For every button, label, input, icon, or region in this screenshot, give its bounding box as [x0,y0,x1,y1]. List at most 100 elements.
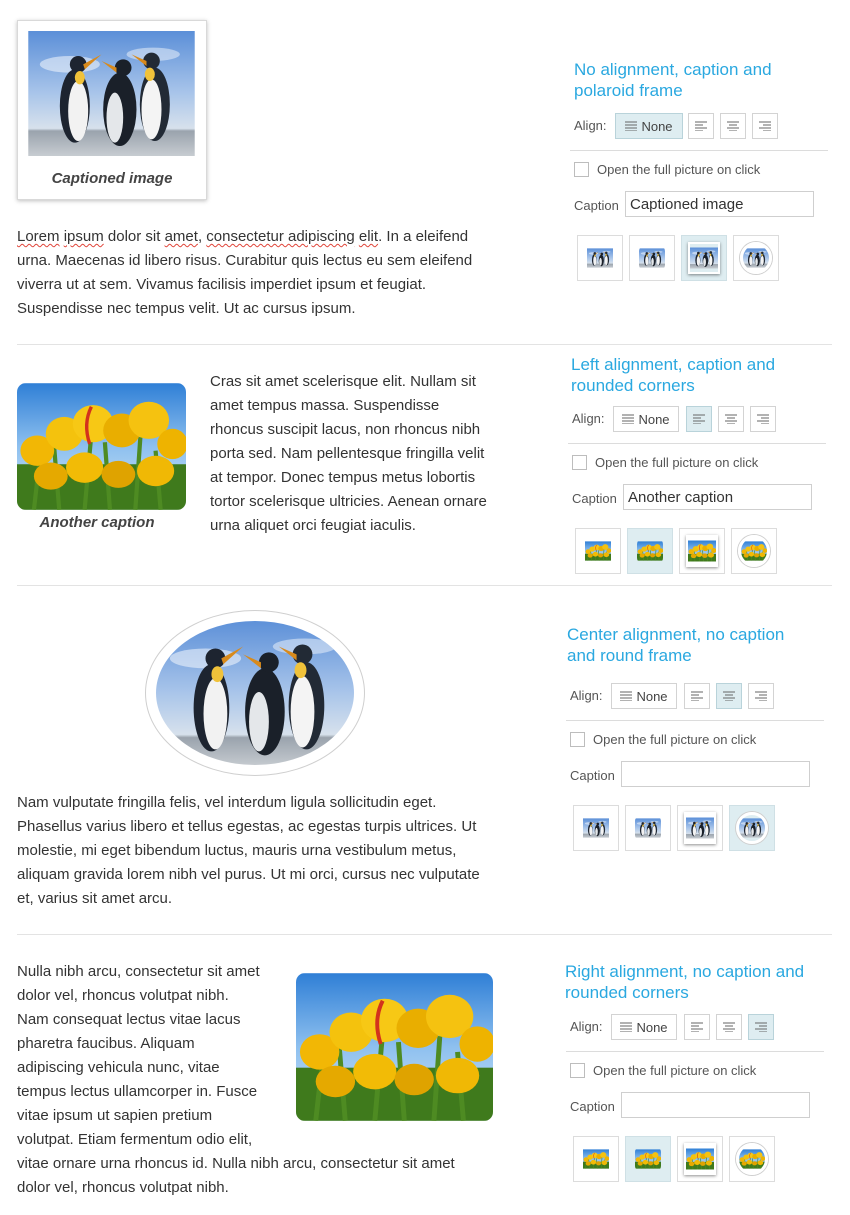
align-label: Align: [570,688,603,703]
frame-none-option[interactable] [573,805,619,851]
align-right-icon [757,414,769,424]
frame-polaroid-option[interactable] [679,528,725,574]
align-center-button[interactable] [716,1014,742,1040]
thumb-image [736,1143,768,1175]
caption-input[interactable] [621,761,810,787]
paragraph-nam: Nam vulputate fringilla felis, vel inter… [17,794,480,907]
align-right-button[interactable] [748,1014,774,1040]
section-divider [17,585,832,586]
thumb-image [736,812,768,844]
open-full-label: Open the full picture on click [595,455,759,470]
frame-none-option[interactable] [573,1136,619,1182]
penguins-image [156,621,354,765]
thumb-image [583,816,609,840]
panel-title: Right alignment, no caption and rounded … [565,962,805,1002]
penguins-image [28,31,195,156]
text-line: dolor vel, rhoncus volutpat nibh. [17,1179,229,1196]
open-full-checkbox[interactable] [570,732,585,747]
panel-separator [566,1051,824,1052]
open-full-checkbox[interactable] [574,162,589,177]
panel-title: Center alignment, no caption and round f… [567,625,785,665]
open-full-checkbox[interactable] [570,1063,585,1078]
open-full-label: Open the full picture on click [593,1063,757,1078]
align-none-label: None [636,688,668,704]
thumb-image [635,816,661,840]
round-frame [145,610,365,776]
thumb-image [688,242,720,274]
text-line: volutpat. Etiam fermentum odio elit, [17,1131,253,1148]
text-word: amet [164,228,198,245]
align-none-icon [625,121,638,131]
frame-polaroid-option[interactable] [677,1136,723,1182]
thumb-image [635,1147,661,1171]
align-none-icon [622,414,635,424]
align-label: Align: [574,118,607,133]
section-divider [17,934,832,935]
align-center-button[interactable] [716,683,742,709]
align-center-button[interactable] [720,113,746,139]
text-word: Lorem [17,228,60,245]
thumb-image [639,246,665,270]
frame-round-option[interactable] [729,1136,775,1182]
frame-rounded-option[interactable] [629,235,675,281]
frame-round-option[interactable] [733,235,779,281]
text-word: ipsum [63,228,104,245]
align-none-button[interactable]: None [611,1014,677,1040]
frame-polaroid-option[interactable] [681,235,727,281]
frame-round-option[interactable] [729,805,775,851]
caption-input[interactable] [621,1092,810,1118]
align-none-icon [620,691,633,701]
open-full-checkbox[interactable] [572,455,587,470]
align-right-button[interactable] [748,683,774,709]
align-none-icon [620,1022,633,1032]
text-word: consectetur adipiscing [206,228,355,245]
section-divider [17,344,832,345]
thumb-image [637,539,663,563]
image-caption: Captioned image [51,170,173,187]
thumb-image [740,242,772,274]
image-caption: Another caption [39,514,155,531]
align-label: Align: [570,1019,603,1034]
panel-separator [568,443,826,444]
align-left-icon [691,1022,703,1032]
align-center-icon [723,691,735,701]
align-none-button[interactable]: None [611,683,677,709]
thumb-image [587,246,613,270]
align-right-icon [759,121,771,131]
align-right-button[interactable] [752,113,778,139]
caption-input[interactable] [625,191,814,217]
paragraph-lorem: Lorem ipsum dolor sit amet, consectetur … [17,225,487,321]
caption-label: Caption [570,768,615,783]
align-center-button[interactable] [718,406,744,432]
frame-round-option[interactable] [731,528,777,574]
align-none-button[interactable]: None [615,113,683,139]
align-left-button[interactable] [686,406,712,432]
panel-separator [566,720,824,721]
panel-separator [570,150,828,151]
align-right-button[interactable] [750,406,776,432]
align-left-button[interactable] [688,113,714,139]
caption-label: Caption [572,491,617,506]
caption-input[interactable] [623,484,812,510]
align-left-icon [693,414,705,424]
open-full-label: Open the full picture on click [593,732,757,747]
caption-label: Caption [570,1099,615,1114]
tulips-image [296,973,493,1121]
align-none-label: None [638,411,670,427]
align-left-button[interactable] [684,1014,710,1040]
frame-polaroid-option[interactable] [677,805,723,851]
thumb-image [684,1143,716,1175]
frame-rounded-option[interactable] [625,1136,671,1182]
thumb-image [686,535,718,567]
text-word: elit [358,228,379,245]
frame-rounded-option[interactable] [627,528,673,574]
align-left-button[interactable] [684,683,710,709]
thumb-image [738,535,770,567]
align-none-button[interactable]: None [613,406,679,432]
frame-none-option[interactable] [577,235,623,281]
text-line: vitae ornare urna rhoncus id. Nulla nibh… [17,1155,455,1172]
tulips-image [17,383,186,510]
align-left-icon [695,121,707,131]
frame-rounded-option[interactable] [625,805,671,851]
frame-none-option[interactable] [575,528,621,574]
